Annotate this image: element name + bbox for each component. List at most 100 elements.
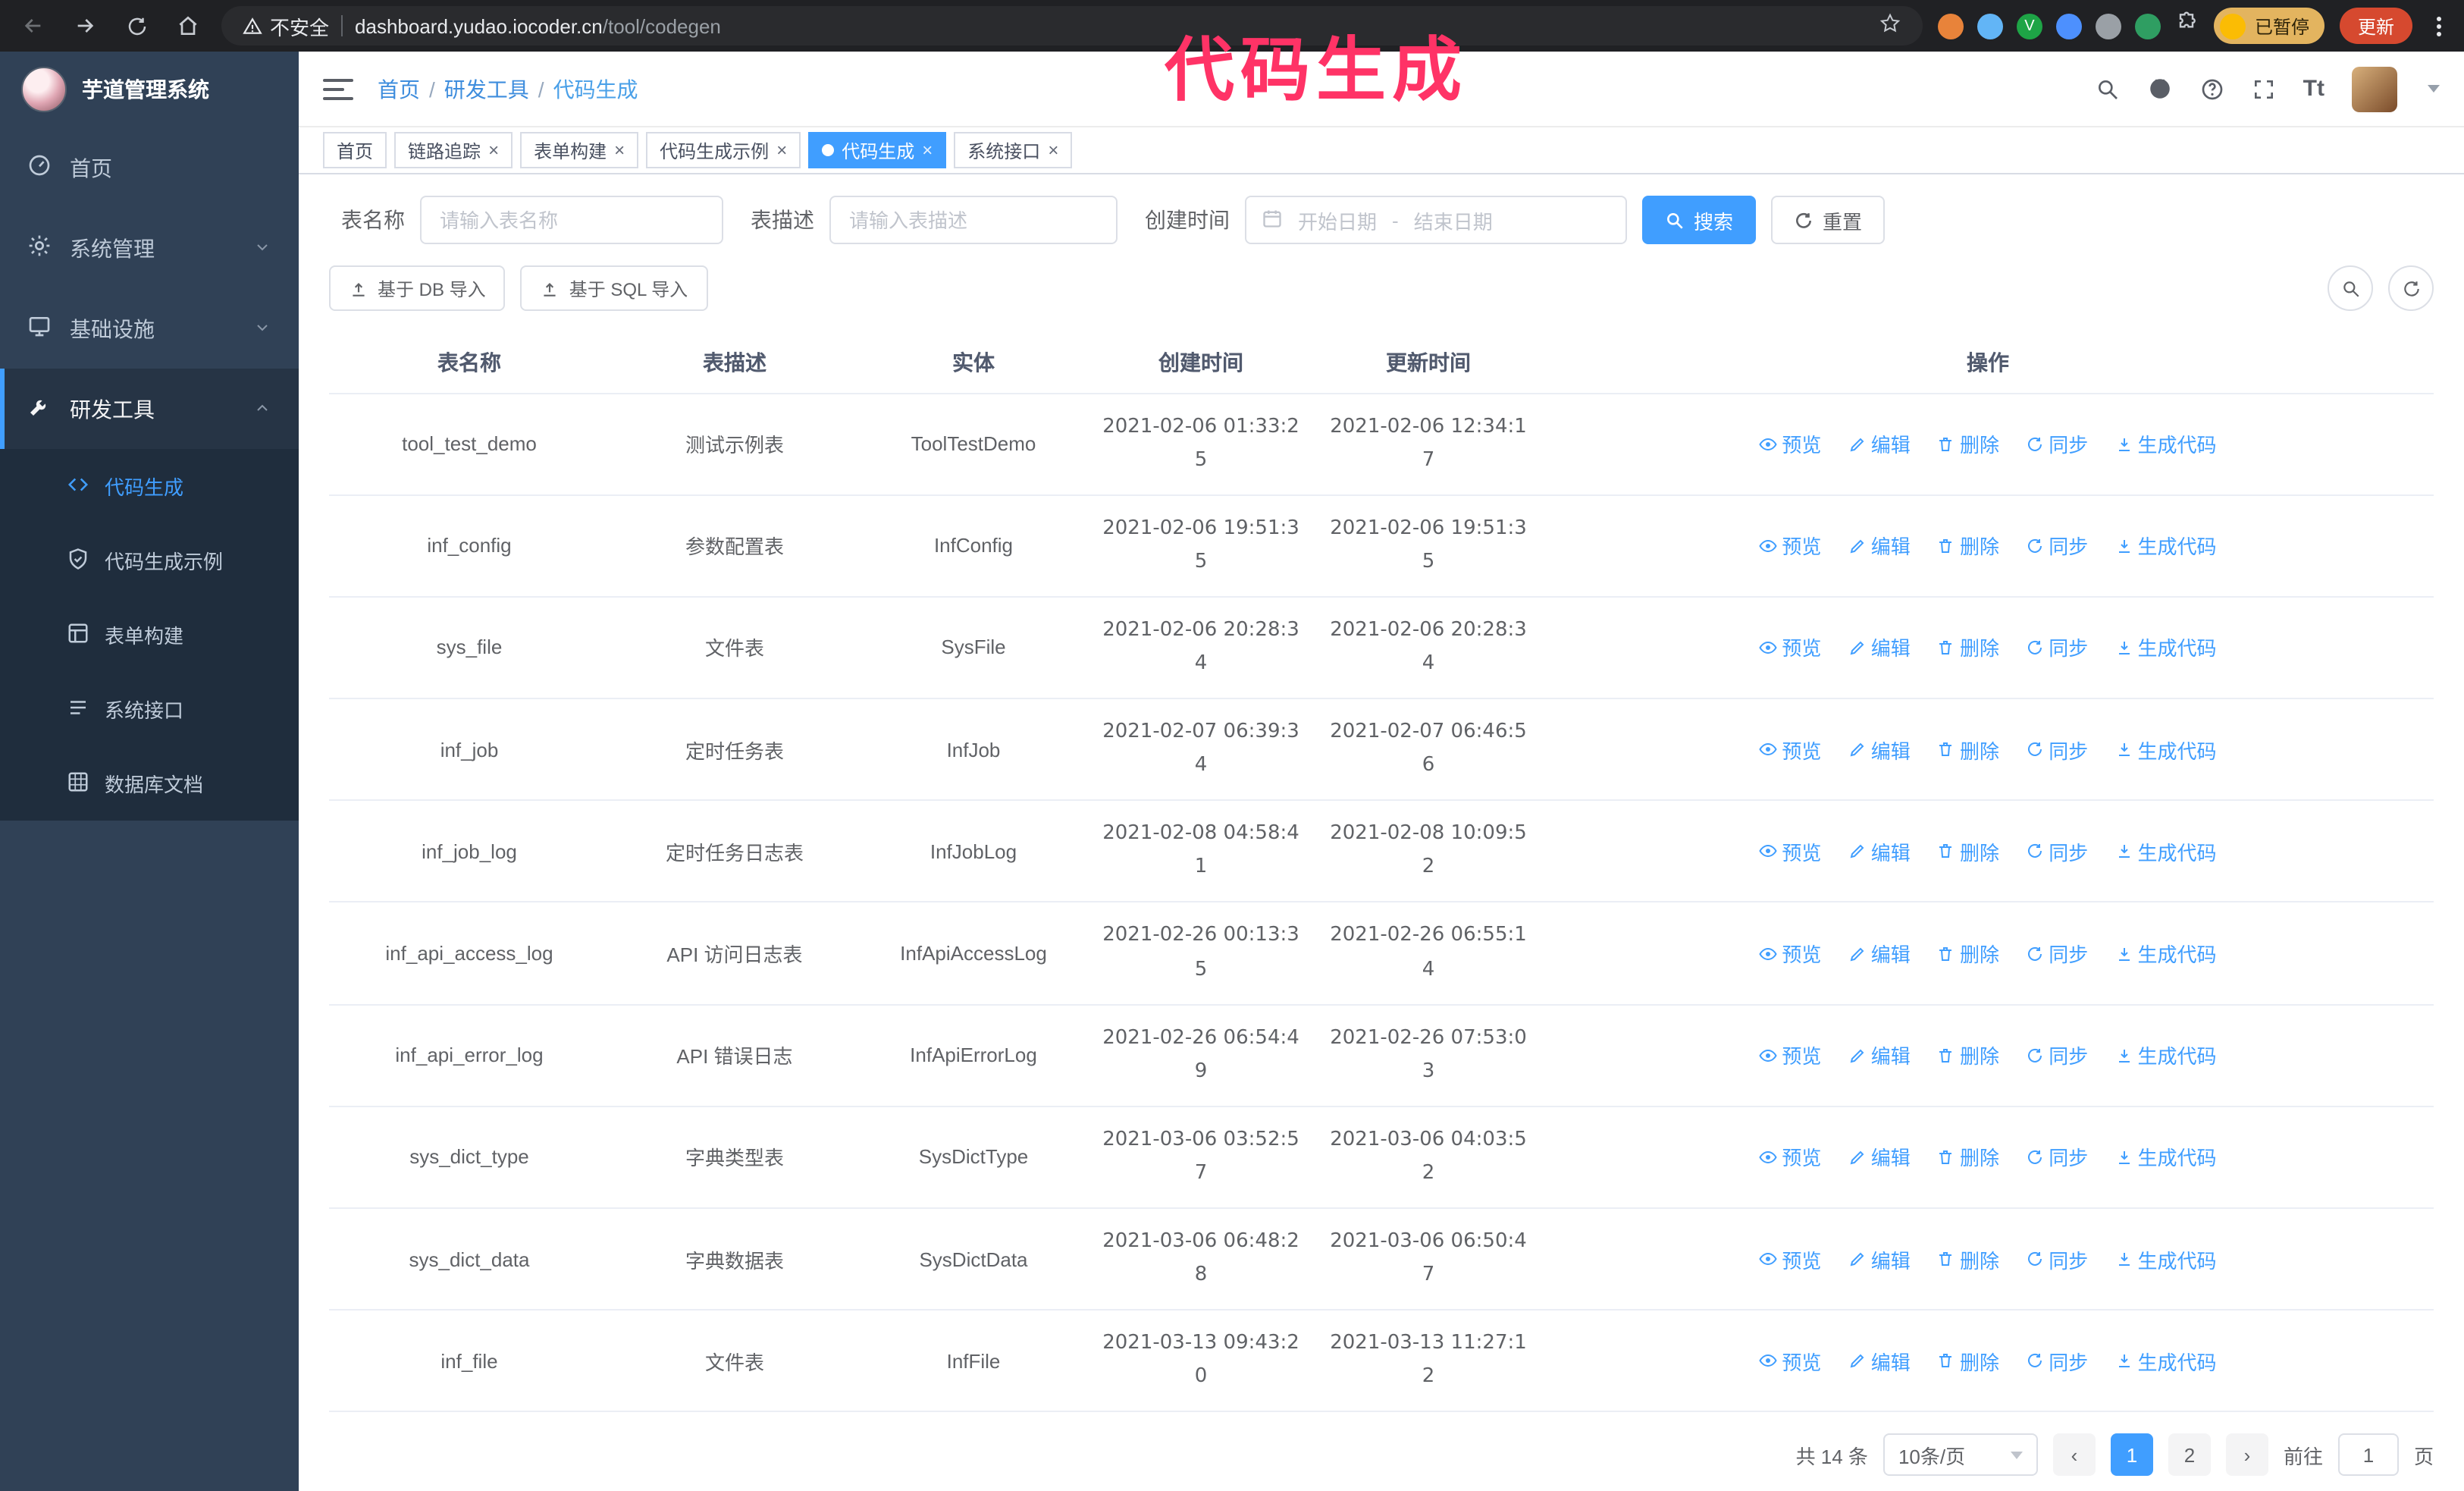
sidebar-item-system[interactable]: 系统管理: [0, 208, 299, 288]
delete-link[interactable]: 删除: [1937, 532, 1999, 560]
tab-system-api[interactable]: 系统接口: [954, 132, 1073, 168]
delete-link[interactable]: 删除: [1937, 429, 1999, 458]
sync-link[interactable]: 同步: [2026, 1143, 2088, 1172]
end-date-placeholder[interactable]: 结束日期: [1414, 206, 1493, 234]
sidebar-item-form-builder[interactable]: 表单构建: [0, 598, 299, 672]
sidebar-item-infrastructure[interactable]: 基础设施: [0, 288, 299, 369]
delete-link[interactable]: 删除: [1937, 633, 1999, 662]
forward-icon[interactable]: [67, 8, 103, 44]
goto-page-input[interactable]: [2337, 1433, 2399, 1477]
extension-icon[interactable]: [2055, 13, 2082, 39]
sync-link[interactable]: 同步: [2026, 1041, 2088, 1069]
edit-link[interactable]: 编辑: [1848, 1143, 1911, 1172]
extension-icon[interactable]: [1977, 13, 2003, 39]
edit-link[interactable]: 编辑: [1848, 429, 1911, 458]
browser-update-button[interactable]: 更新: [2339, 8, 2412, 44]
edit-link[interactable]: 编辑: [1848, 939, 1911, 968]
preview-link[interactable]: 预览: [1759, 1347, 1821, 1376]
refresh-table-button[interactable]: [2388, 265, 2434, 311]
edit-link[interactable]: 编辑: [1848, 735, 1911, 764]
close-icon[interactable]: [922, 141, 933, 159]
sidebar-item-dev-tools[interactable]: 研发工具: [0, 369, 299, 449]
tab-form-builder[interactable]: 表单构建: [520, 132, 639, 168]
generate-code-link[interactable]: 生成代码: [2115, 1041, 2217, 1069]
tab-tracing[interactable]: 链路追踪: [394, 132, 513, 168]
table-desc-input[interactable]: [829, 196, 1118, 244]
close-icon[interactable]: [776, 141, 787, 159]
page-button-2[interactable]: 2: [2168, 1433, 2211, 1477]
sidebar-item-codegen[interactable]: 代码生成: [0, 449, 299, 523]
sidebar-item-codegen-example[interactable]: 代码生成示例: [0, 523, 299, 598]
reset-button[interactable]: 重置: [1771, 196, 1886, 244]
back-icon[interactable]: [15, 8, 52, 44]
generate-code-link[interactable]: 生成代码: [2115, 1245, 2217, 1273]
delete-link[interactable]: 删除: [1937, 939, 1999, 968]
close-icon[interactable]: [614, 141, 625, 159]
fullscreen-icon[interactable]: [2252, 77, 2276, 101]
user-avatar[interactable]: [2352, 66, 2397, 111]
sync-link[interactable]: 同步: [2026, 1347, 2088, 1376]
sidebar-item-home[interactable]: 首页: [0, 127, 299, 208]
preview-link[interactable]: 预览: [1759, 939, 1821, 968]
generate-code-link[interactable]: 生成代码: [2115, 429, 2217, 458]
edit-link[interactable]: 编辑: [1848, 1347, 1911, 1376]
font-size-icon[interactable]: Tt: [2303, 76, 2324, 102]
preview-link[interactable]: 预览: [1759, 1143, 1821, 1172]
delete-link[interactable]: 删除: [1937, 837, 1999, 866]
page-size-select[interactable]: 10条/页: [1882, 1433, 2038, 1477]
edit-link[interactable]: 编辑: [1848, 837, 1911, 866]
tab-codegen-example[interactable]: 代码生成示例: [646, 132, 801, 168]
delete-link[interactable]: 删除: [1937, 1347, 1999, 1376]
github-icon[interactable]: [2147, 76, 2173, 102]
date-range-picker[interactable]: 开始日期 - 结束日期: [1245, 196, 1627, 244]
close-icon[interactable]: [1048, 141, 1058, 159]
edit-link[interactable]: 编辑: [1848, 633, 1911, 662]
sidebar-item-system-api[interactable]: 系统接口: [0, 672, 299, 746]
help-icon[interactable]: [2200, 77, 2224, 101]
sync-link[interactable]: 同步: [2026, 837, 2088, 866]
import-db-button[interactable]: 基于 DB 导入: [329, 265, 506, 311]
address-bar[interactable]: 不安全 dashboard.yudao.iocoder.cn/tool/code…: [221, 6, 1923, 46]
extension-icon[interactable]: [1937, 13, 1964, 39]
import-sql-button[interactable]: 基于 SQL 导入: [520, 265, 708, 311]
preview-link[interactable]: 预览: [1759, 1041, 1821, 1069]
toggle-search-button[interactable]: [2328, 265, 2373, 311]
delete-link[interactable]: 删除: [1937, 1245, 1999, 1273]
generate-code-link[interactable]: 生成代码: [2115, 1347, 2217, 1376]
security-warning[interactable]: 不安全: [243, 11, 329, 40]
extension-icon[interactable]: [2095, 13, 2121, 39]
reload-icon[interactable]: [118, 8, 155, 44]
browser-menu-icon[interactable]: [2428, 13, 2449, 39]
delete-link[interactable]: 删除: [1937, 1143, 1999, 1172]
delete-link[interactable]: 删除: [1937, 735, 1999, 764]
preview-link[interactable]: 预览: [1759, 633, 1821, 662]
preview-link[interactable]: 预览: [1759, 429, 1821, 458]
sync-link[interactable]: 同步: [2026, 939, 2088, 968]
preview-link[interactable]: 预览: [1759, 532, 1821, 560]
bookmark-star-icon[interactable]: [1879, 12, 1901, 39]
generate-code-link[interactable]: 生成代码: [2115, 1143, 2217, 1172]
sidebar-item-db-doc[interactable]: 数据库文档: [0, 746, 299, 821]
next-page-button[interactable]: ›: [2225, 1433, 2268, 1477]
delete-link[interactable]: 删除: [1937, 1041, 1999, 1069]
table-name-input[interactable]: [420, 196, 723, 244]
prev-page-button[interactable]: ‹: [2052, 1433, 2096, 1477]
breadcrumb-home[interactable]: 首页: [378, 74, 420, 104]
start-date-placeholder[interactable]: 开始日期: [1298, 206, 1377, 234]
sync-link[interactable]: 同步: [2026, 1245, 2088, 1273]
sync-link[interactable]: 同步: [2026, 735, 2088, 764]
generate-code-link[interactable]: 生成代码: [2115, 532, 2217, 560]
edit-link[interactable]: 编辑: [1848, 532, 1911, 560]
generate-code-link[interactable]: 生成代码: [2115, 633, 2217, 662]
preview-link[interactable]: 预览: [1759, 837, 1821, 866]
generate-code-link[interactable]: 生成代码: [2115, 939, 2217, 968]
sync-link[interactable]: 同步: [2026, 532, 2088, 560]
profile-paused-badge[interactable]: 已暂停: [2213, 8, 2324, 44]
search-icon[interactable]: [2096, 77, 2120, 101]
app-logo[interactable]: 芋道管理系统: [0, 52, 299, 127]
generate-code-link[interactable]: 生成代码: [2115, 837, 2217, 866]
tab-codegen[interactable]: 代码生成: [808, 132, 947, 168]
extension-icon[interactable]: [2134, 13, 2161, 39]
user-menu-caret-icon[interactable]: [2428, 85, 2440, 93]
sync-link[interactable]: 同步: [2026, 633, 2088, 662]
